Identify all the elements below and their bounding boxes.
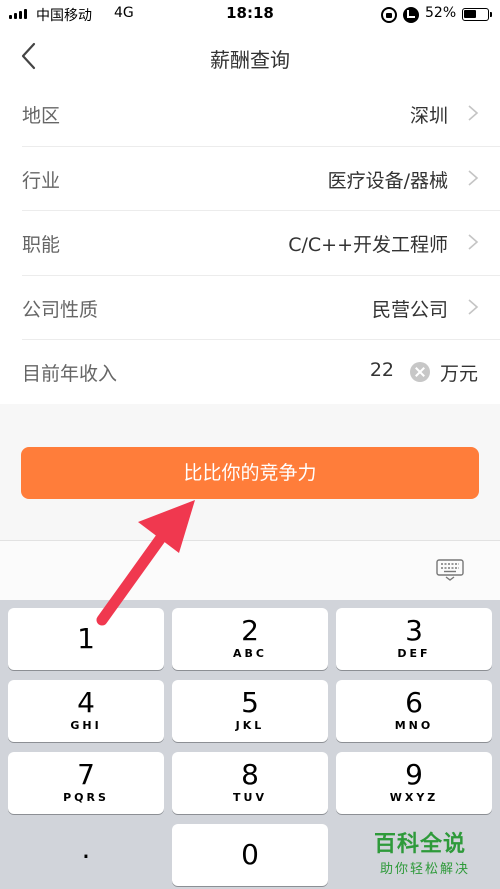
watermark-title: 百科全说 — [374, 832, 467, 857]
key-digit: 1 — [77, 622, 95, 655]
keyboard-accessory-bar — [0, 540, 500, 600]
key-decimal[interactable]: . — [8, 824, 164, 886]
row-value: 民营公司 — [371, 298, 448, 321]
key-6[interactable]: 6 MNO — [336, 680, 492, 742]
key-letters: GHI — [70, 719, 102, 732]
row-label: 公司性质 — [22, 298, 99, 321]
key-digit: 2 — [241, 614, 259, 647]
key-letters: DEF — [397, 647, 431, 660]
action-area: 比比你的竞争力 — [0, 404, 500, 540]
row-label: 目前年收入 — [22, 363, 118, 385]
page-title: 薪酬查询 — [210, 48, 290, 72]
key-1[interactable]: 1 — [8, 608, 164, 670]
key-digit: . — [81, 832, 91, 865]
row-label: 职能 — [22, 234, 61, 256]
keyboard-hide-icon[interactable] — [436, 559, 464, 581]
chevron-right-icon — [468, 105, 479, 121]
income-unit: 万元 — [439, 363, 478, 385]
row-label: 地区 — [22, 105, 61, 127]
annual-income-row: 目前年收入 22 万元 — [22, 340, 500, 405]
key-3[interactable]: 3 DEF — [336, 608, 492, 670]
key-digit: 3 — [405, 614, 423, 647]
chevron-right-icon — [468, 169, 479, 186]
key-9[interactable]: 9 WXYZ — [336, 752, 492, 814]
company-type-row[interactable]: 公司性质 民营公司 — [22, 276, 500, 340]
key-digit: 9 — [405, 758, 423, 791]
key-digit: 7 — [77, 758, 95, 791]
watermark-subtitle: 助你轻松解决 — [380, 862, 471, 877]
key-digit: 0 — [241, 838, 259, 871]
row-value: 医疗设备/器械 — [327, 169, 448, 192]
key-letters: TUV — [233, 791, 267, 804]
key-8[interactable]: 8 TUV — [172, 752, 328, 814]
chevron-right-icon — [468, 298, 479, 315]
compare-competitiveness-button[interactable]: 比比你的竞争力 — [21, 447, 479, 499]
salary-query-form: 地区 深圳 行业 医疗设备/器械 职能 C/C++开发工程师 公司性质 民营公司… — [0, 82, 500, 405]
watermark-logo: 百科全说 助你轻松解决 — [366, 822, 496, 884]
row-value: 深圳 — [409, 105, 448, 127]
key-5[interactable]: 5 JKL — [172, 680, 328, 742]
key-letters: MNO — [394, 719, 434, 732]
alarm-icon — [403, 7, 419, 23]
key-letters: JKL — [235, 719, 265, 732]
key-letters: PQRS — [63, 791, 109, 804]
key-0[interactable]: 0 — [172, 824, 328, 886]
rotation-lock-icon — [381, 7, 397, 23]
job-function-row[interactable]: 职能 C/C++开发工程师 — [22, 211, 500, 276]
region-row[interactable]: 地区 深圳 — [22, 82, 500, 147]
row-value: C/C++开发工程师 — [288, 234, 448, 256]
status-bar: 中国移动 4G 18:18 52% — [0, 0, 500, 30]
key-letters: ABC — [233, 647, 267, 660]
key-digit: 5 — [241, 686, 259, 719]
key-4[interactable]: 4 GHI — [8, 680, 164, 742]
key-letters: WXYZ — [389, 791, 439, 804]
row-label: 行业 — [22, 169, 61, 192]
chevron-right-icon — [468, 234, 479, 250]
battery-percent: 52% — [425, 5, 457, 21]
battery-icon — [462, 8, 492, 21]
industry-row[interactable]: 行业 医疗设备/器械 — [22, 147, 500, 211]
key-digit: 8 — [241, 758, 259, 791]
key-7[interactable]: 7 PQRS — [8, 752, 164, 814]
nav-header: 薪酬查询 — [0, 30, 500, 82]
key-digit: 4 — [77, 686, 95, 719]
income-input[interactable]: 22 — [370, 359, 394, 381]
key-2[interactable]: 2 ABC — [172, 608, 328, 670]
key-digit: 6 — [405, 686, 423, 719]
clear-circle-icon[interactable] — [410, 362, 430, 382]
